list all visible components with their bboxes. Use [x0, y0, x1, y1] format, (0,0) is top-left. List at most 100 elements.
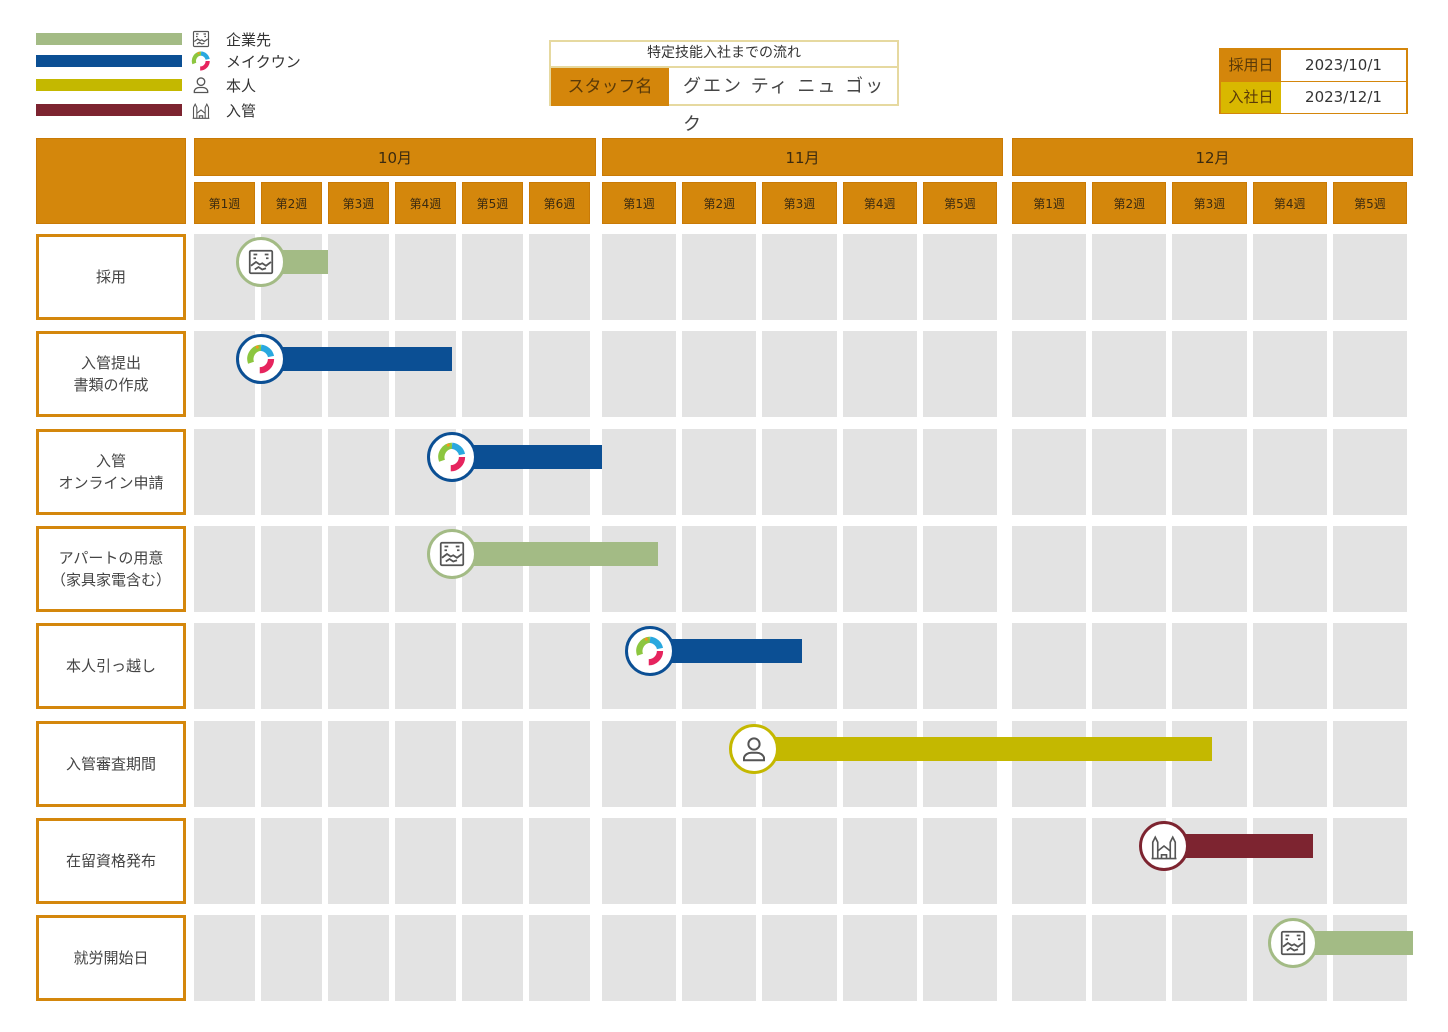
grid-cell: [1332, 525, 1407, 612]
grid-cell: [529, 234, 590, 320]
grid-cell: [1332, 428, 1407, 515]
grid-cell: [194, 623, 255, 710]
grid-cell: [1252, 817, 1327, 904]
grid-cell: [842, 525, 917, 612]
grid-cell: [261, 817, 322, 904]
legend-label: 入管: [226, 101, 257, 120]
header-corner: [36, 138, 186, 224]
grid-cell: [762, 234, 837, 320]
hire-date-label: 採用日: [1228, 56, 1274, 74]
week-header: 第1週: [602, 182, 677, 224]
staff-name-value: グエン ティ ニュ ゴック: [683, 76, 886, 135]
grid-cell: [328, 428, 389, 515]
hire-date-value: 2023/10/1: [1281, 50, 1406, 81]
join-date-value: 2023/12/1: [1281, 82, 1406, 113]
grid-cell: [395, 915, 456, 1002]
task-label: アパートの用意 （家具家電含む）: [36, 525, 186, 612]
grid-cell: [922, 428, 997, 515]
grid-cell: [682, 623, 757, 710]
week-header: 第5週: [462, 182, 523, 224]
grid-cell: [762, 428, 837, 515]
handshake-building-icon: [190, 28, 212, 50]
staff-name-label: スタッフ名: [551, 68, 669, 106]
grid-cell: [922, 331, 997, 418]
grid-cell: [762, 331, 837, 418]
grid-cell: [1172, 915, 1247, 1002]
grid-cell: [529, 623, 590, 710]
grid-cell: [1172, 623, 1247, 710]
legend-item-immigration: 入管: [36, 99, 256, 121]
week-header: 第1週: [1012, 182, 1087, 224]
grid-cell: [1332, 817, 1407, 904]
grid-cell: [395, 817, 456, 904]
grid-cell: [602, 428, 677, 515]
grid-cell: [682, 331, 757, 418]
handshake-building-icon: [426, 528, 477, 579]
grid-cell: [328, 234, 389, 320]
week-header: 第1週: [194, 182, 255, 224]
legend-label: メイクウン: [226, 52, 301, 71]
grid-cell: [1092, 525, 1167, 612]
grid-cell: [1252, 428, 1327, 515]
makewon-logo-icon: [190, 50, 212, 72]
grid-cell: [1332, 331, 1407, 418]
grid-cell: [1252, 234, 1327, 320]
grid-cell: [1092, 331, 1167, 418]
grid-cell: [462, 623, 523, 710]
week-header: 第2週: [261, 182, 322, 224]
legend-swatch: [36, 33, 182, 45]
grid-cell: [462, 720, 523, 807]
grid-cell: [529, 331, 590, 418]
grid-cell: [395, 623, 456, 710]
grid-cell: [1092, 428, 1167, 515]
task-label: 採用: [36, 234, 186, 320]
handshake-building-icon: [236, 237, 286, 287]
task-label: 入管提出 書類の作成: [36, 331, 186, 418]
task-label: 本人引っ越し: [36, 623, 186, 710]
grid-cell: [1092, 234, 1167, 320]
week-header: 第3週: [1172, 182, 1247, 224]
makewon-logo-icon: [625, 626, 676, 677]
title-box: 特定技能入社までの流れ スタッフ名 グエン ティ ニュ ゴック: [549, 40, 899, 135]
grid-cell: [395, 331, 456, 418]
person-icon: [729, 723, 780, 774]
grid-cell: [529, 428, 590, 515]
grid-cell: [1252, 525, 1327, 612]
week-header: 第4週: [1252, 182, 1327, 224]
grid-cell: [328, 623, 389, 710]
grid-cell: [1172, 428, 1247, 515]
grid-cell: [328, 331, 389, 418]
grid-cell: [922, 234, 997, 320]
week-header: 第2週: [682, 182, 757, 224]
task-bar: [754, 736, 1213, 761]
grid-cell: [261, 915, 322, 1002]
grid-cell: [462, 817, 523, 904]
government-building-icon: [1139, 820, 1190, 871]
grid-cell: [462, 234, 523, 320]
grid-cell: [1092, 623, 1167, 710]
legend-item-self: 本人: [36, 74, 256, 96]
legend-swatch: [36, 79, 182, 91]
grid-cell: [602, 915, 677, 1002]
grid-cell: [602, 817, 677, 904]
legend-label: 企業先: [226, 30, 272, 49]
legend-swatch: [36, 55, 182, 67]
grid-cell: [328, 720, 389, 807]
task-bar: [261, 347, 452, 372]
grid-cell: [922, 623, 997, 710]
government-building-icon: [190, 99, 212, 121]
grid-cell: [1172, 234, 1247, 320]
grid-cell: [762, 915, 837, 1002]
grid-cell: [602, 234, 677, 320]
grid-cell: [1012, 623, 1087, 710]
legend-item-company: 企業先: [36, 28, 271, 50]
grid-cell: [762, 817, 837, 904]
grid-cell: [842, 817, 917, 904]
grid-cell: [328, 915, 389, 1002]
grid-cell: [194, 817, 255, 904]
grid-cell: [922, 525, 997, 612]
grid-cell: [922, 817, 997, 904]
grid-cell: [842, 331, 917, 418]
grid-cell: [194, 720, 255, 807]
grid-cell: [395, 234, 456, 320]
